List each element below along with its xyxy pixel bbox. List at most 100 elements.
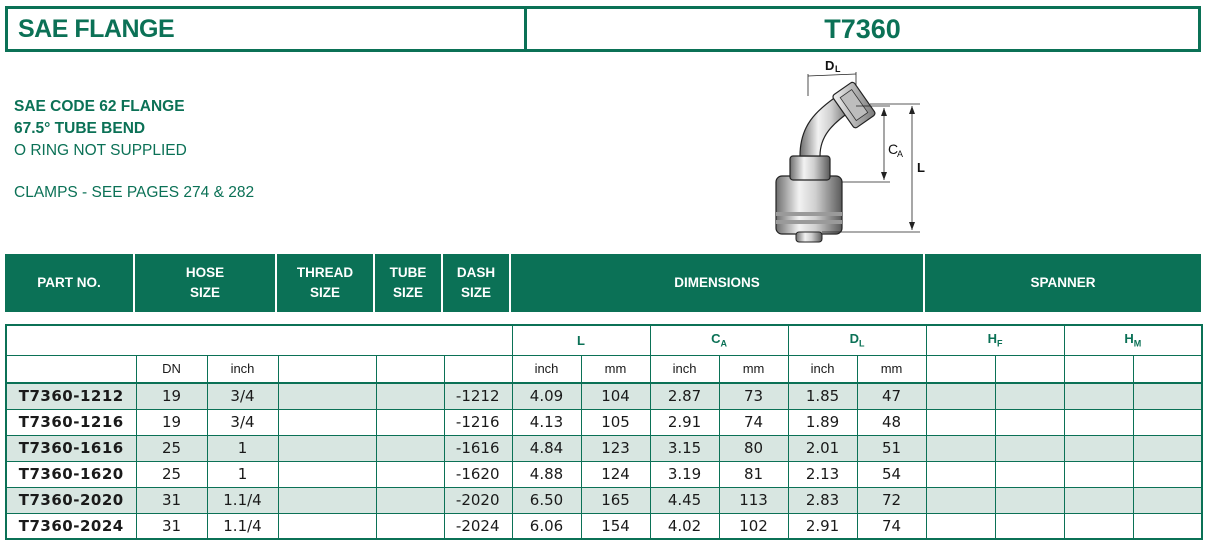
- title-bar: SAE FLANGE T7360: [5, 6, 1201, 52]
- header-dimensions: DIMENSIONS: [511, 254, 925, 312]
- ca-inch: 3.15: [649, 434, 720, 462]
- dl-label: D: [825, 58, 834, 73]
- dl-sub: L: [835, 64, 841, 74]
- hf-2: [994, 382, 1065, 410]
- dn-value: 19: [135, 382, 208, 410]
- description-line-1: SAE CODE 62 FLANGE: [14, 98, 185, 115]
- dl-inch: 2.01: [787, 434, 858, 462]
- dl-mm: 54: [856, 460, 927, 488]
- l-mm: 123: [580, 434, 651, 462]
- subheader-row-2: DN inch inch mm inch mm inch mm: [5, 354, 1203, 384]
- dn-value: 31: [135, 512, 208, 540]
- dn-value: 25: [135, 460, 208, 488]
- ca-mm: 73: [718, 382, 789, 410]
- hm-1: [1063, 408, 1134, 436]
- table-row: T7360-2024 31 1.1/4 -2024 6.06 154 4.02 102 2.91…: [5, 512, 1203, 540]
- product-code-title: T7360: [824, 13, 901, 44]
- header-hose-size: HOSE SIZE: [135, 254, 277, 312]
- tube-size: [375, 512, 445, 540]
- description-line-3: O RING NOT SUPPLIED: [14, 142, 187, 159]
- tube-size: [375, 408, 445, 436]
- description-line-4: CLAMPS - SEE PAGES 274 & 282: [14, 184, 255, 201]
- l-inch: 4.88: [511, 460, 582, 488]
- dash-size: -1620: [443, 460, 513, 488]
- header-thread-size: THREAD SIZE: [277, 254, 375, 312]
- dl-inch: 2.83: [787, 486, 858, 514]
- part-number: T7360-1620: [5, 460, 137, 488]
- ca-mm: 80: [718, 434, 789, 462]
- inch-value: 3/4: [206, 382, 279, 410]
- ca-inch: 4.45: [649, 486, 720, 514]
- table-row: T7360-1620 25 1 -1620 4.88 124 3.19 81 2.13 54: [5, 460, 1203, 488]
- hm-2: [1132, 512, 1203, 540]
- l-mm: 154: [580, 512, 651, 540]
- ca-inch: 4.02: [649, 512, 720, 540]
- header-part-no: PART NO.: [5, 254, 135, 312]
- ca-mm: 102: [718, 512, 789, 540]
- l-mm: 104: [580, 382, 651, 410]
- product-category-title: SAE FLANGE: [8, 9, 527, 49]
- thread-size: [277, 382, 377, 410]
- dl-inch: 2.13: [787, 460, 858, 488]
- l-mm: 165: [580, 486, 651, 514]
- col-ca-mm: mm: [718, 354, 789, 384]
- ca-inch: 3.19: [649, 460, 720, 488]
- tube-size: [375, 382, 445, 410]
- dl-mm: 47: [856, 382, 927, 410]
- part-number: T7360-2024: [5, 512, 137, 540]
- tube-size: [375, 434, 445, 462]
- hf-2: [994, 460, 1065, 488]
- thread-size: [277, 434, 377, 462]
- col-l-inch: inch: [511, 354, 582, 384]
- fitting-drawing: D L C A L: [775, 58, 925, 243]
- dash-size: -1616: [443, 434, 513, 462]
- ca-sub: A: [897, 149, 903, 159]
- hm-2: [1132, 486, 1203, 514]
- col-inch: inch: [206, 354, 279, 384]
- description-line-2: 67.5° TUBE BEND: [14, 120, 146, 137]
- thread-size: [277, 460, 377, 488]
- l-mm: 105: [580, 408, 651, 436]
- hm-1: [1063, 382, 1134, 410]
- part-number: T7360-2020: [5, 486, 137, 514]
- inch-value: 1: [206, 460, 279, 488]
- hm-2: [1132, 408, 1203, 436]
- col-ca: CA: [649, 324, 789, 356]
- hf-1: [925, 408, 996, 436]
- product-description: SAE CODE 62 FLANGE 67.5° TUBE BEND O RIN…: [14, 96, 254, 204]
- ca-mm: 81: [718, 460, 789, 488]
- header-tube-size: TUBE SIZE: [375, 254, 443, 312]
- dn-value: 25: [135, 434, 208, 462]
- col-l-mm: mm: [580, 354, 651, 384]
- l-inch: 4.09: [511, 382, 582, 410]
- ca-inch: 2.87: [649, 382, 720, 410]
- dn-value: 19: [135, 408, 208, 436]
- col-l: L: [511, 324, 651, 356]
- table-row: T7360-1212 19 3/4 -1212 4.09 104 2.87 73 1.85 47: [5, 382, 1203, 410]
- tube-size: [375, 460, 445, 488]
- header-dash-size: DASH SIZE: [443, 254, 511, 312]
- dl-inch: 2.91: [787, 512, 858, 540]
- dash-size: -2024: [443, 512, 513, 540]
- ca-mm: 74: [718, 408, 789, 436]
- dl-inch: 1.85: [787, 382, 858, 410]
- inch-value: 1: [206, 434, 279, 462]
- part-number: T7360-1616: [5, 434, 137, 462]
- col-dl: DL: [787, 324, 927, 356]
- dl-inch: 1.89: [787, 408, 858, 436]
- hm-2: [1132, 382, 1203, 410]
- l-inch: 4.13: [511, 408, 582, 436]
- col-dl-inch: inch: [787, 354, 858, 384]
- hm-2: [1132, 460, 1203, 488]
- hf-1: [925, 434, 996, 462]
- col-dn: DN: [135, 354, 208, 384]
- thread-size: [277, 512, 377, 540]
- hm-1: [1063, 460, 1134, 488]
- hf-1: [925, 382, 996, 410]
- l-label: L: [917, 160, 925, 175]
- hf-1: [925, 512, 996, 540]
- hf-2: [994, 408, 1065, 436]
- table-row: T7360-2020 31 1.1/4 -2020 6.50 165 4.45 113 2.83…: [5, 486, 1203, 514]
- hm-1: [1063, 512, 1134, 540]
- hf-2: [994, 512, 1065, 540]
